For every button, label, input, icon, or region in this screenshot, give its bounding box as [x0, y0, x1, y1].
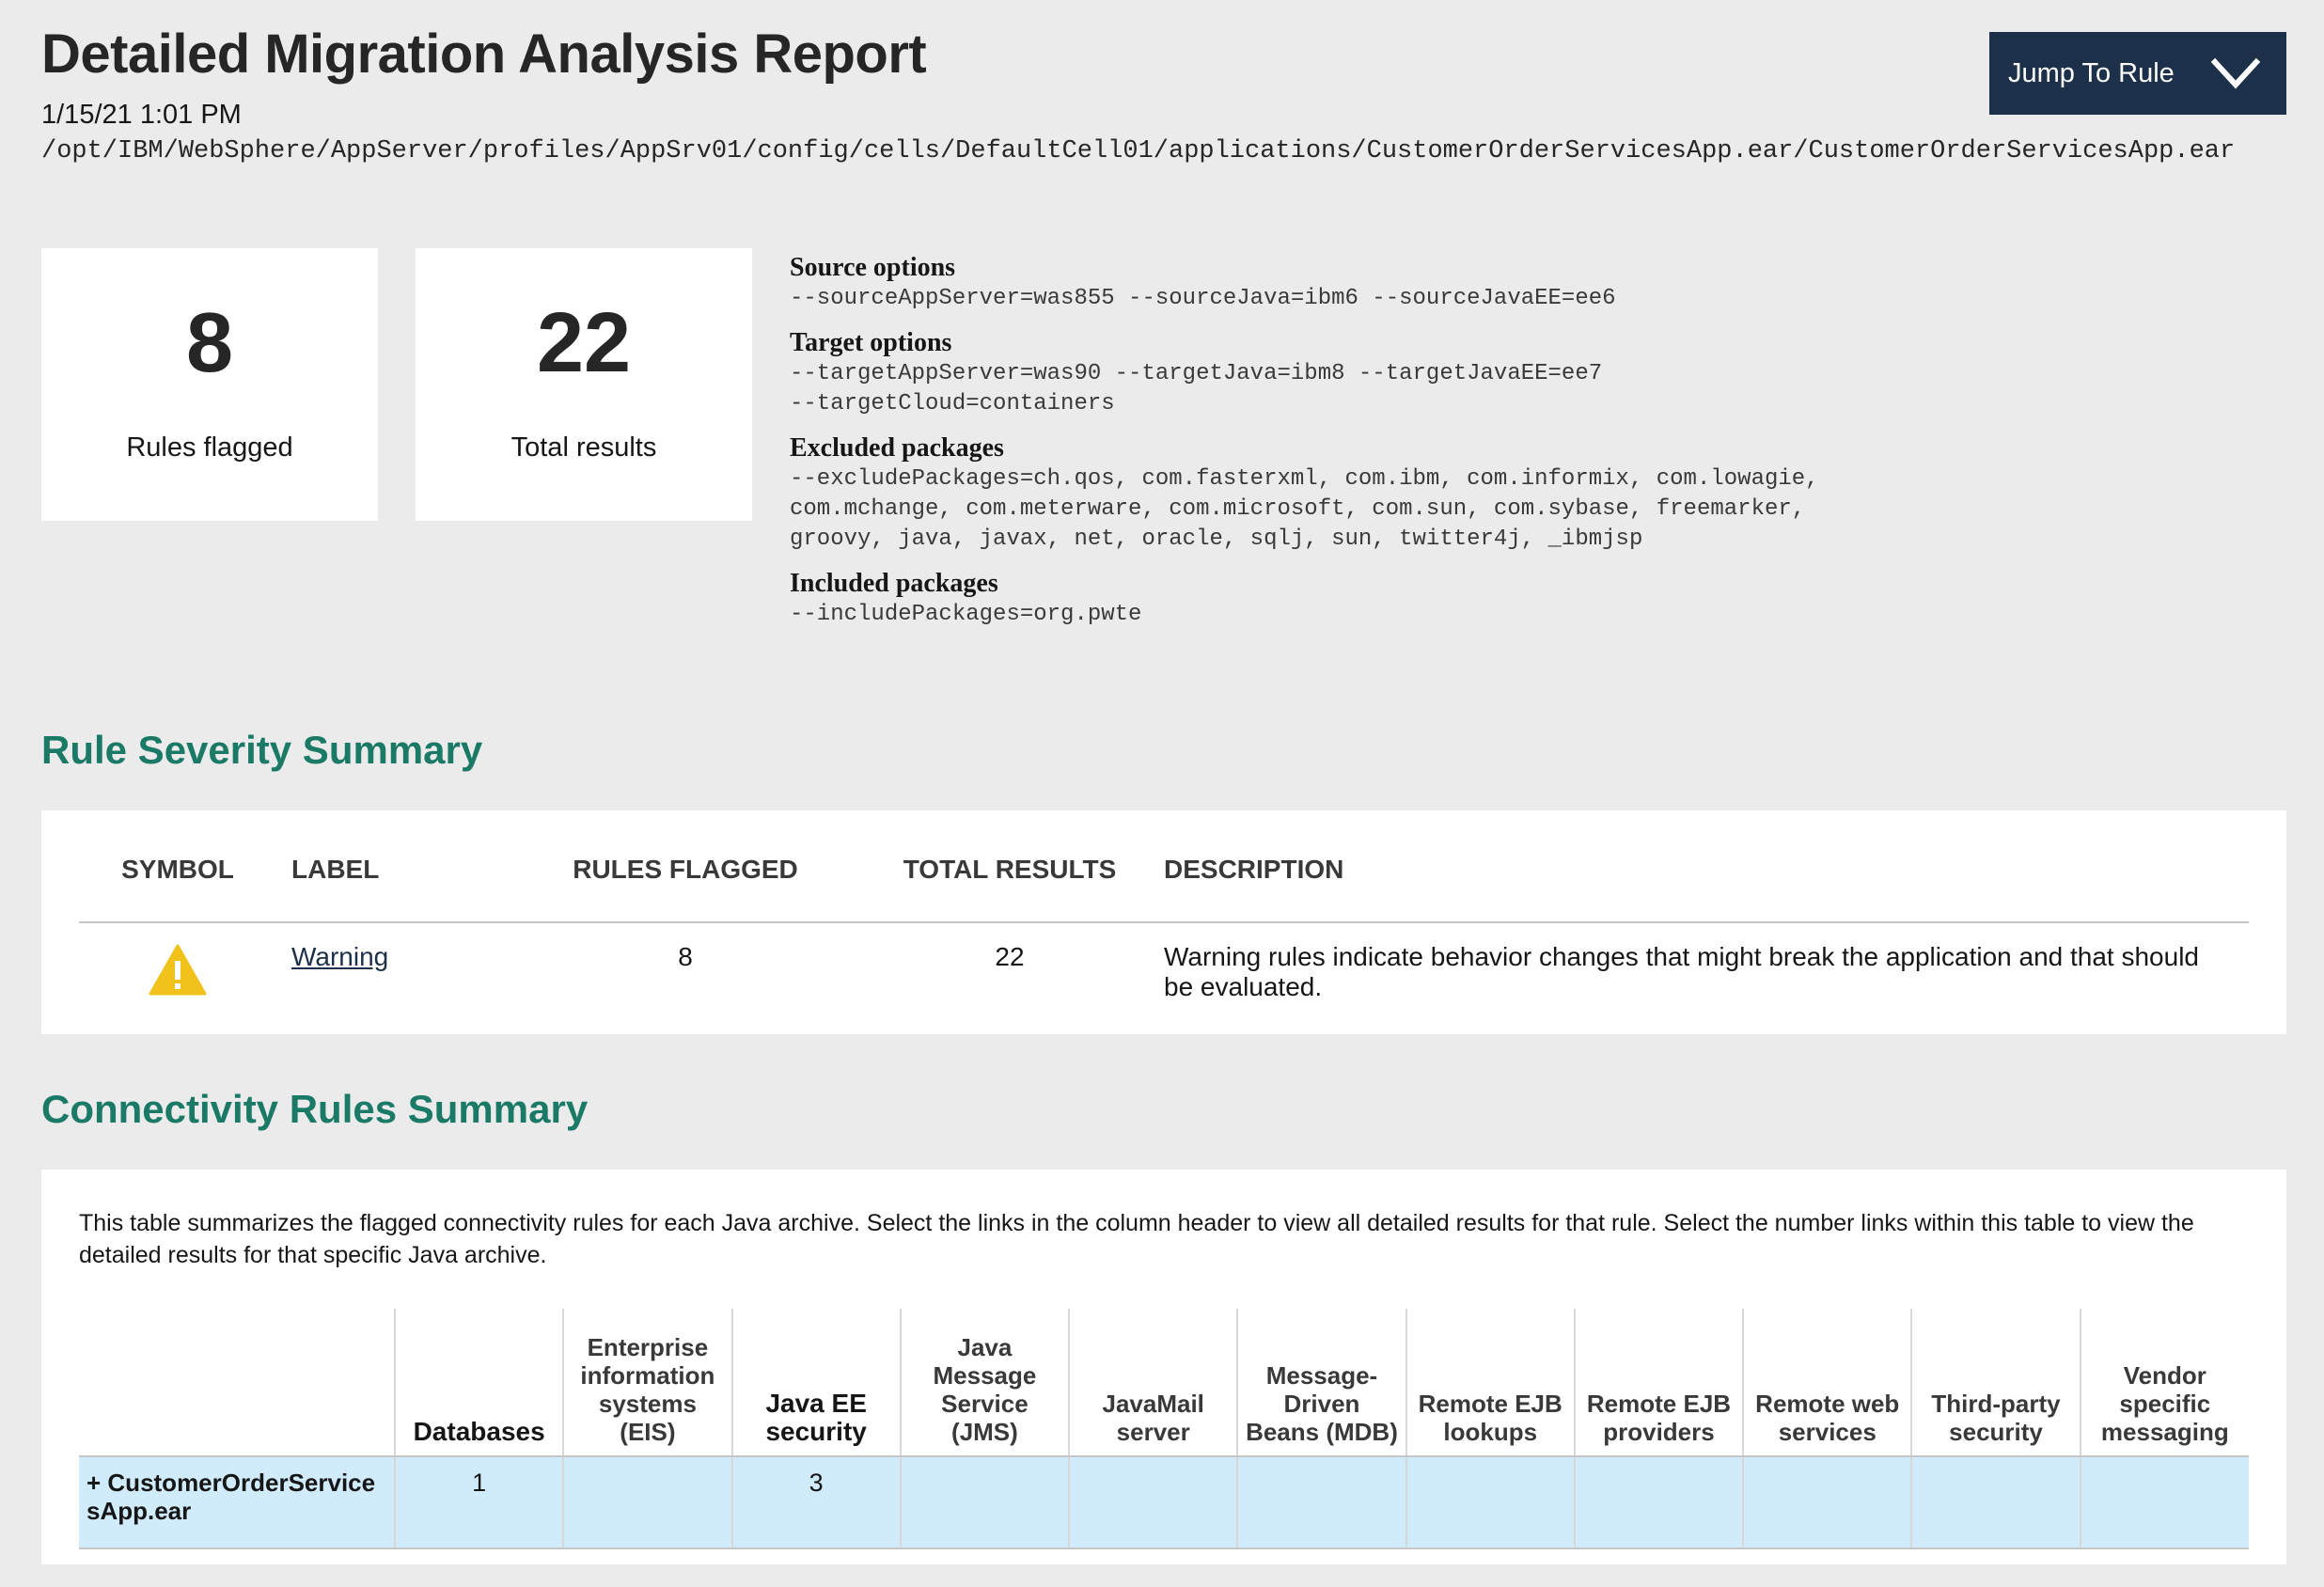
- column-header-mdb[interactable]: Message-Driven Beans (MDB): [1236, 1309, 1406, 1457]
- description-column-header: DESCRIPTION: [1151, 810, 2249, 923]
- java-ee-security-count-cell[interactable]: 3: [730, 1456, 901, 1549]
- total-results-card: 22 Total results: [416, 248, 752, 521]
- remote-ejb-lookups-count-cell: [1405, 1456, 1575, 1549]
- total-results-count: 22: [536, 296, 632, 390]
- target-options-title: Target options: [790, 328, 952, 357]
- warning-icon: [149, 944, 207, 996]
- databases-count-cell[interactable]: 1: [393, 1456, 564, 1549]
- vendor-messaging-count-cell: [2079, 1456, 2249, 1549]
- severity-description-cell: Warning rules indicate behavior changes …: [1164, 942, 2199, 1001]
- rules-flagged-label: Rules flagged: [126, 432, 293, 463]
- severity-symbol-cell: [79, 922, 276, 1024]
- symbol-column-header: SYMBOL: [79, 810, 276, 923]
- javamail-count-cell: [1068, 1456, 1238, 1549]
- report-page: Detailed Migration Analysis Report 1/15/…: [0, 0, 2324, 1587]
- column-header-databases[interactable]: Databases: [393, 1309, 564, 1457]
- total-results-column-header: TOTAL RESULTS: [869, 810, 1151, 923]
- third-party-security-count-cell: [1910, 1456, 2081, 1549]
- jump-to-rule-button[interactable]: Jump To Rule: [1989, 32, 2286, 115]
- report-path: /opt/IBM/WebSphere/AppServer/profiles/Ap…: [41, 137, 2236, 165]
- archive-column-header: [79, 1309, 395, 1457]
- column-header-remote-ejb-lookups[interactable]: Remote EJB lookups: [1405, 1309, 1575, 1457]
- connectivity-intro-text: This table summarizes the flagged connec…: [79, 1210, 2194, 1268]
- excluded-packages-value: --excludePackages=ch.qos, com.fasterxml,…: [790, 466, 1819, 552]
- report-date: 1/15/21 1:01 PM: [41, 100, 242, 130]
- severity-label-cell: Warning: [276, 922, 502, 1024]
- source-options-title: Source options: [790, 253, 956, 282]
- severity-table: SYMBOL LABEL RULES FLAGGED TOTAL RESULTS…: [79, 810, 2249, 1024]
- jump-to-rule-label: Jump To Rule: [2008, 57, 2175, 88]
- severity-header-row: SYMBOL LABEL RULES FLAGGED TOTAL RESULTS…: [79, 810, 2249, 923]
- column-header-vendor-specific-messaging[interactable]: Vendor specific messaging: [2079, 1309, 2249, 1457]
- connectivity-rules-panel: This table summarizes the flagged connec…: [41, 1170, 2286, 1564]
- total-results-label: Total results: [510, 432, 657, 463]
- connectivity-rules-heading: Connectivity Rules Summary: [41, 1087, 589, 1131]
- connectivity-table: Databases Enterprise information systems…: [79, 1309, 2249, 1549]
- label-column-header: LABEL: [276, 810, 502, 923]
- column-header-remote-ejb-providers[interactable]: Remote EJB providers: [1573, 1309, 1744, 1457]
- included-packages-value: --includePackages=org.pwte: [790, 602, 1142, 627]
- archive-name-cell[interactable]: + CustomerOrderServicesApp.ear: [79, 1456, 395, 1549]
- column-header-eis[interactable]: Enterprise information systems (EIS): [562, 1309, 732, 1457]
- severity-rules-flagged-cell: 8: [678, 942, 693, 971]
- excluded-packages-title: Excluded packages: [790, 433, 1004, 463]
- page-title: Detailed Migration Analysis Report: [41, 24, 927, 85]
- column-header-java-ee-security[interactable]: Java EE security: [730, 1309, 901, 1457]
- column-header-remote-web-services[interactable]: Remote web services: [1742, 1309, 1912, 1457]
- mdb-count-cell: [1236, 1456, 1406, 1549]
- included-packages-title: Included packages: [790, 569, 998, 598]
- rules-flagged-card: 8 Rules flagged: [41, 248, 378, 521]
- eis-count-cell: [562, 1456, 732, 1549]
- chevron-down-icon: [2211, 57, 2260, 89]
- rule-severity-panel: SYMBOL LABEL RULES FLAGGED TOTAL RESULTS…: [41, 810, 2286, 1034]
- severity-total-results-cell: 22: [995, 942, 1025, 971]
- column-header-javamail-server[interactable]: JavaMail server: [1068, 1309, 1238, 1457]
- rules-flagged-count: 8: [185, 296, 234, 390]
- table-row: + CustomerOrderServicesApp.ear 1 3: [79, 1456, 2249, 1549]
- remote-web-services-count-cell: [1742, 1456, 1912, 1549]
- remote-ejb-providers-count-cell: [1573, 1456, 1744, 1549]
- source-options-value: --sourceAppServer=was855 --sourceJava=ib…: [790, 286, 1616, 311]
- analysis-options: Source options --sourceAppServer=was855 …: [790, 252, 1918, 643]
- rule-severity-heading: Rule Severity Summary: [41, 728, 483, 772]
- jms-count-cell: [899, 1456, 1070, 1549]
- severity-row-warning: Warning 8 22 Warning rules indicate beha…: [79, 922, 2249, 1024]
- target-options-value: --targetAppServer=was90 --targetJava=ibm…: [790, 361, 1603, 416]
- connectivity-header-row: Databases Enterprise information systems…: [79, 1309, 2249, 1457]
- column-header-third-party-security[interactable]: Third-party security: [1910, 1309, 2081, 1457]
- column-header-jms[interactable]: Java Message Service (JMS): [899, 1309, 1070, 1457]
- warning-link[interactable]: Warning: [291, 942, 388, 971]
- rules-flagged-column-header: RULES FLAGGED: [502, 810, 869, 923]
